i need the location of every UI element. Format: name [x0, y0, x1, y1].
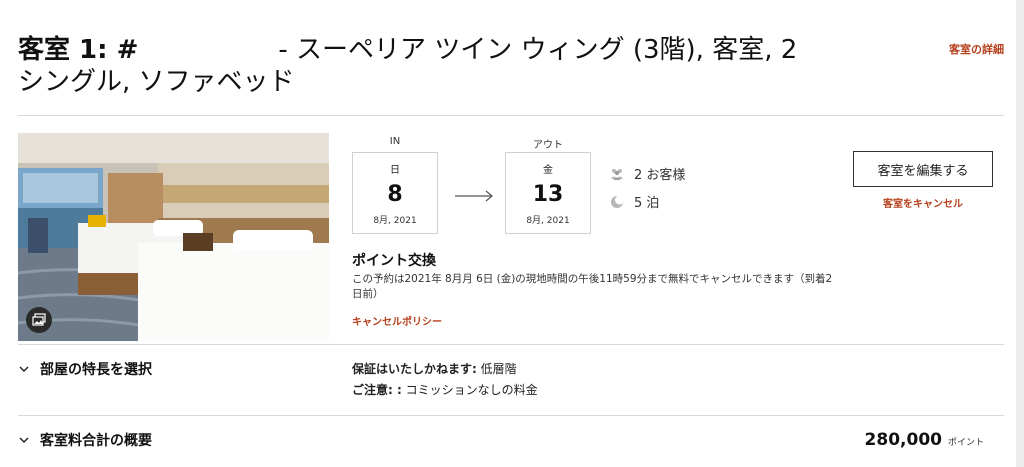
room-total-summary-toggle[interactable]: 客室料合計の概要 [18, 430, 152, 450]
room-total: 280,000 ポイント [865, 430, 984, 450]
free-cancellation-text: この予約は2021年 8月月 6日 (金)の現地時間の午後11時59分まで無料で… [352, 273, 833, 300]
people-icon [611, 168, 623, 180]
room-features-label: 部屋の特長を選択 [40, 362, 152, 378]
nights-count: 5 泊 [634, 196, 660, 211]
room-photo[interactable] [18, 133, 329, 341]
select-room-features-toggle[interactable]: 部屋の特長を選択 [18, 359, 152, 379]
checkout-date: 金 13 8月, 2021 [505, 152, 591, 234]
cancel-room-link[interactable]: 客室をキャンセル [853, 195, 993, 210]
checkin-label: IN [389, 136, 401, 147]
checkout-day: 13 [532, 182, 564, 207]
room-total-points: 280,000 [864, 430, 942, 450]
room-details-link[interactable]: 客室の詳細 [949, 41, 1004, 57]
guests-count: 2 お客様 [634, 168, 686, 183]
divider [18, 115, 1004, 116]
edit-room-button[interactable]: 客室を編集する [853, 151, 993, 187]
divider [18, 344, 1004, 345]
room-total-summary-label: 客室料合計の概要 [40, 433, 152, 449]
room-photo-illustration [18, 133, 329, 341]
divider [18, 415, 1004, 416]
notice-info: ご注意: : コミッションなしの料金 [352, 381, 538, 398]
gallery-icon [32, 313, 46, 326]
points-redemption-title: ポイント交換 [352, 253, 436, 269]
page-gutter [1016, 0, 1024, 467]
guarantee-info: 保証はいたしかねます: 低層階 [352, 360, 517, 377]
chevron-down-icon [19, 437, 29, 444]
room-title: 客室 1: # - スーペリア ツイン ウィング (3階), 客室, 2 シングル… [18, 34, 818, 98]
room-title-prefix: 客室 1: # [18, 35, 139, 65]
moon-icon [611, 195, 624, 208]
arrow-right-icon [455, 190, 493, 202]
checkout-month-year: 8月, 2021 [526, 216, 570, 226]
guarantee-label: 保証はいたしかねます: [352, 362, 477, 376]
nights-info: 5 泊 [610, 192, 659, 211]
checkout-label: アウト [533, 140, 563, 151]
room-card: 客室 1: # - スーペリア ツイン ウィング (3階), 客室, 2 シングル… [0, 0, 1016, 467]
notice-value: コミッションなしの料金 [405, 383, 538, 397]
checkout-weekday: 金 [543, 165, 553, 176]
cancellation-policy-link[interactable]: キャンセルポリシー [352, 313, 442, 328]
checkin-day: 8 [387, 182, 403, 207]
notice-label: ご注意: : [352, 383, 402, 397]
guarantee-value: 低層階 [480, 362, 517, 376]
checkin-month-year: 8月, 2021 [373, 216, 417, 226]
guests-info: 2 お客様 [610, 164, 685, 183]
checkin-weekday: 日 [390, 165, 400, 176]
checkin-date: 日 8 8月, 2021 [352, 152, 438, 234]
gallery-button[interactable] [26, 307, 52, 333]
chevron-down-icon [19, 366, 29, 373]
room-total-unit: ポイント [947, 438, 984, 448]
